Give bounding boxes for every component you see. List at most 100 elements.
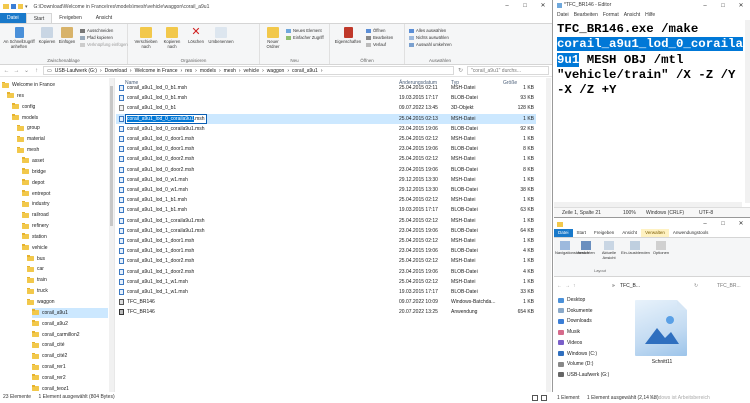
quick-access-item[interactable]: Dokumente xyxy=(558,306,593,316)
nav-item[interactable]: corail_a9u1 xyxy=(32,307,108,318)
menu-format[interactable]: Format xyxy=(603,11,619,20)
maximize-button[interactable]: □ xyxy=(516,0,534,13)
quick-access-item[interactable]: Musik xyxy=(558,327,580,337)
nav-item[interactable]: corail_carmillon2 xyxy=(32,330,80,340)
address-bar[interactable]: ▭ USB-Laufwerk (G:) › Download › Welcome in F… xyxy=(43,66,454,75)
copy-path-button[interactable]: Pfad kopieren xyxy=(80,35,113,40)
navigation-pane-button[interactable]: Navigationsbereich xyxy=(555,241,589,256)
second-close-button[interactable]: ✕ xyxy=(732,219,750,229)
nav-item[interactable]: station xyxy=(22,232,47,242)
breadcrumb-segment[interactable]: Download xyxy=(105,68,127,74)
nav-item[interactable]: corail_rer1 xyxy=(32,362,66,372)
file-row[interactable]: corail_a9u1_lod_1_b1.msh 19.03.2015 17:17… xyxy=(116,205,536,215)
nav-item[interactable]: industry xyxy=(22,199,50,209)
forward-arrow-icon[interactable]: → xyxy=(565,281,570,291)
tab-manage[interactable]: Verwalten xyxy=(641,229,669,237)
nav-item[interactable]: corail_cité2 xyxy=(32,351,67,361)
file-thumbnail[interactable]: Schnitt11 xyxy=(629,298,695,368)
file-row[interactable]: corail_a9u1_lod_1_w1.msh 19.03.2015 17:17… xyxy=(116,287,536,297)
notepad-maximize-button[interactable]: □ xyxy=(714,0,732,13)
notepad-text-area[interactable]: TFC_BR146.exe /make corail_a9u1_lod_0_co… xyxy=(557,22,745,98)
nav-item[interactable]: corail_rer2 xyxy=(32,373,66,383)
second-maximize-button[interactable]: □ xyxy=(714,219,732,229)
nav-item[interactable]: entrepot xyxy=(22,189,50,199)
invert-selection-button[interactable]: Auswahl umkehren xyxy=(409,42,452,47)
new-item-button[interactable]: Neues Element xyxy=(286,28,322,33)
search-input[interactable]: "corail_a9u1" durchs... xyxy=(467,66,549,75)
file-row[interactable]: corail_a9u1_lod_0_door1.msh 23.04.2015 19… xyxy=(116,144,536,154)
up-arrow-icon[interactable]: ↑ xyxy=(573,281,576,291)
quick-access-item[interactable]: Desktop xyxy=(558,295,585,305)
nav-item[interactable]: corail_teoz1 xyxy=(32,384,69,392)
file-row[interactable]: corail_a9u1_lod_0_b1.msh 19.03.2015 17:17… xyxy=(116,93,536,103)
chevron-down-icon[interactable]: ▾ xyxy=(25,4,28,10)
quick-access-item[interactable]: Volume (D:) xyxy=(558,359,593,369)
back-arrow-icon[interactable]: ← xyxy=(557,281,562,291)
file-row[interactable]: corail_a9u1_lod_1_door1.msh 23.04.2015 19… xyxy=(116,246,536,256)
menu-edit[interactable]: Bearbeiten xyxy=(574,11,598,20)
file-list-scrollbar[interactable] xyxy=(546,78,551,392)
breadcrumb-segment[interactable]: mesh xyxy=(224,68,236,74)
tab-app-tools[interactable]: Anwendungstools xyxy=(669,229,713,237)
file-row[interactable]: corail_a9u1_lod_1_door2.msh 23.04.2015 19… xyxy=(116,267,536,277)
tab-file[interactable]: Datei xyxy=(554,229,573,237)
nav-item[interactable]: car xyxy=(27,264,44,274)
details-view-icon[interactable] xyxy=(532,395,538,401)
file-row[interactable]: corail_a9u1_lod_1_door1.msh 25.04.2015 02… xyxy=(116,236,536,246)
quick-access-item[interactable]: Downloads xyxy=(558,316,592,326)
recent-chevron-icon[interactable]: ⌄ xyxy=(23,67,30,74)
second-address-bar[interactable]: TFC_B... xyxy=(620,281,640,291)
breadcrumb-segment[interactable]: Welcome in France xyxy=(135,68,178,74)
history-button[interactable]: Verlauf xyxy=(366,42,386,47)
breadcrumb-segment[interactable]: vehicle xyxy=(244,68,260,74)
file-row[interactable]: TFC_BR146 20.07.2022 13:25 Anwendung 654 KB xyxy=(116,307,536,317)
nav-item[interactable]: depot xyxy=(22,178,45,188)
nav-scrollbar[interactable] xyxy=(109,78,114,392)
second-minimize-button[interactable]: – xyxy=(696,219,714,229)
nav-item[interactable]: asset xyxy=(22,156,44,166)
file-row[interactable]: corail_a9u1_lod_0_door2.msh 25.04.2015 02… xyxy=(116,154,536,164)
nav-item[interactable]: mesh xyxy=(17,145,39,155)
select-none-button[interactable]: Nichts auswählen xyxy=(409,35,449,40)
file-row[interactable]: corail_a9u1_lod_0_door1.msh 25.04.2015 02… xyxy=(116,134,536,144)
tab-view[interactable]: Ansicht xyxy=(89,13,119,23)
refresh-icon[interactable]: ↻ xyxy=(694,281,698,291)
select-all-button[interactable]: Alles auswählen xyxy=(409,28,446,33)
nav-item[interactable]: bridge xyxy=(22,167,46,177)
notepad-minimize-button[interactable]: – xyxy=(696,0,714,13)
rename-button[interactable]: Umbenennen xyxy=(208,27,234,44)
quick-access-item[interactable]: Videos xyxy=(558,338,582,348)
notepad-close-button[interactable]: ✕ xyxy=(732,0,750,13)
easy-access-button[interactable]: Einfacher Zugriff xyxy=(286,35,324,40)
nav-item[interactable]: group xyxy=(17,123,40,133)
close-button[interactable]: ✕ xyxy=(534,0,552,13)
breadcrumb-segment[interactable]: res xyxy=(185,68,192,74)
file-row[interactable]: corail_a9u1_lod_0_door2.msh 23.04.2015 19… xyxy=(116,165,536,175)
back-arrow-icon[interactable]: ← xyxy=(3,68,10,74)
nav-item[interactable]: waggon xyxy=(27,297,55,307)
file-row[interactable]: TFC_BR146 09.07.2022 10:09 Windows-Batchda… xyxy=(116,297,536,307)
file-row[interactable]: corail_a9u1_lod_1_coraila9u1.msh 23.04.20… xyxy=(116,226,536,236)
nav-item[interactable]: train xyxy=(27,275,47,285)
forward-arrow-icon[interactable]: → xyxy=(13,68,20,74)
nav-item[interactable]: refinery xyxy=(22,221,49,231)
nav-item[interactable]: bus xyxy=(27,254,45,264)
menu-view[interactable]: Ansicht xyxy=(624,11,640,20)
file-row[interactable]: corail_a9u1_lod_0_coraila9u1.msh 25.04.20… xyxy=(116,113,536,124)
copy-button[interactable]: Kopieren xyxy=(38,27,56,44)
views-button[interactable]: Ansichten xyxy=(575,241,597,256)
file-row[interactable]: corail_a9u1_lod_1_b1.msh 25.04.2015 02:12… xyxy=(116,195,536,205)
tab-file[interactable]: Datei xyxy=(0,13,26,23)
nav-item[interactable]: corail_cité xyxy=(32,340,65,350)
breadcrumb-segment[interactable]: waggon xyxy=(267,68,285,74)
save-icon[interactable] xyxy=(11,4,16,9)
tab-start[interactable]: Start xyxy=(573,229,591,237)
properties-button[interactable]: Eigenschaften xyxy=(333,27,363,44)
file-row[interactable]: corail_a9u1_lod_0_coraila9u1.msh 23.04.20… xyxy=(116,124,536,134)
breadcrumb-segment[interactable]: corail_a9u1 xyxy=(292,68,318,74)
breadcrumb-segment[interactable]: USB-Laufwerk (G:) xyxy=(55,68,97,74)
large-icons-view-icon[interactable] xyxy=(541,395,547,401)
nav-item[interactable]: truck xyxy=(27,286,48,296)
minimize-button[interactable]: – xyxy=(498,0,516,13)
tab-share[interactable]: Freigeben xyxy=(590,229,618,237)
